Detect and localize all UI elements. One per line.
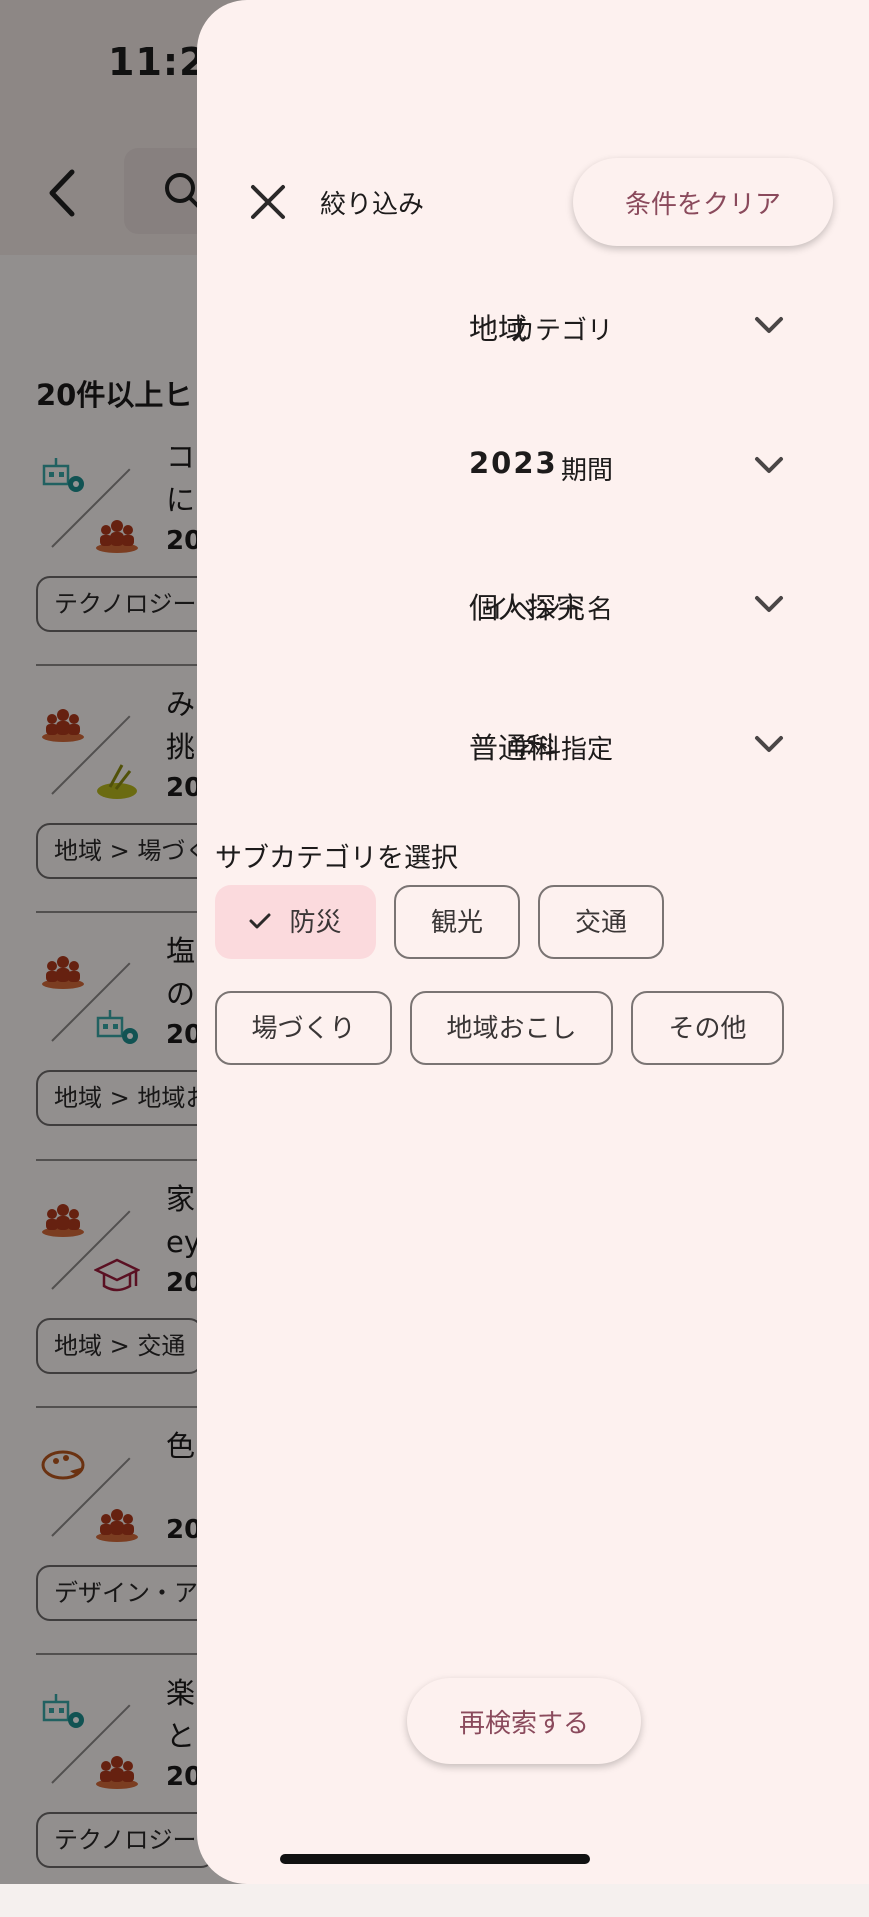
filter-period[interactable]: 期間 2023 — [197, 434, 869, 504]
filter-value: 地域 — [469, 312, 528, 346]
filter-value: 2023 — [469, 446, 558, 480]
chip-sonota[interactable]: その他 — [631, 991, 784, 1065]
chip-label: 場づくり — [251, 1014, 356, 1044]
chip-label: 防災 — [289, 908, 342, 938]
chip-kankou[interactable]: 観光 — [394, 885, 520, 959]
chevron-down-icon — [755, 317, 783, 333]
chip-chiiki-okoshi[interactable]: 地域おこし — [410, 991, 613, 1065]
filter-label: 期間 — [560, 456, 613, 486]
chip-bousai[interactable]: 防災 — [215, 885, 376, 959]
home-indicator — [280, 1854, 590, 1864]
clear-conditions-button[interactable]: 条件をクリア — [573, 158, 833, 246]
filter-value: 普通科 — [469, 731, 557, 765]
close-icon[interactable] — [248, 182, 288, 222]
chevron-down-icon — [755, 596, 783, 612]
check-icon — [249, 913, 271, 928]
chip-badukuri[interactable]: 場づくり — [215, 991, 392, 1065]
chip-label: その他 — [668, 1014, 747, 1044]
filter-event-name[interactable]: イベント名 個人探究 — [197, 573, 869, 643]
chip-label: 地域おこし — [446, 1014, 577, 1044]
filter-department[interactable]: 学科指定 普通科 — [197, 713, 869, 783]
filter-value: 個人探究 — [469, 591, 586, 625]
subcategory-title: サブカテゴリを選択 — [215, 843, 458, 874]
chevron-down-icon — [755, 736, 783, 752]
chip-label: 観光 — [430, 908, 483, 938]
chevron-down-icon — [755, 457, 783, 473]
chip-koutsuu[interactable]: 交通 — [538, 885, 664, 959]
chip-label: 交通 — [574, 908, 627, 938]
research-button[interactable]: 再検索する — [407, 1678, 641, 1764]
filter-category[interactable]: カテゴリ 地域 — [197, 294, 869, 364]
drawer-title: 絞り込み — [320, 190, 425, 220]
